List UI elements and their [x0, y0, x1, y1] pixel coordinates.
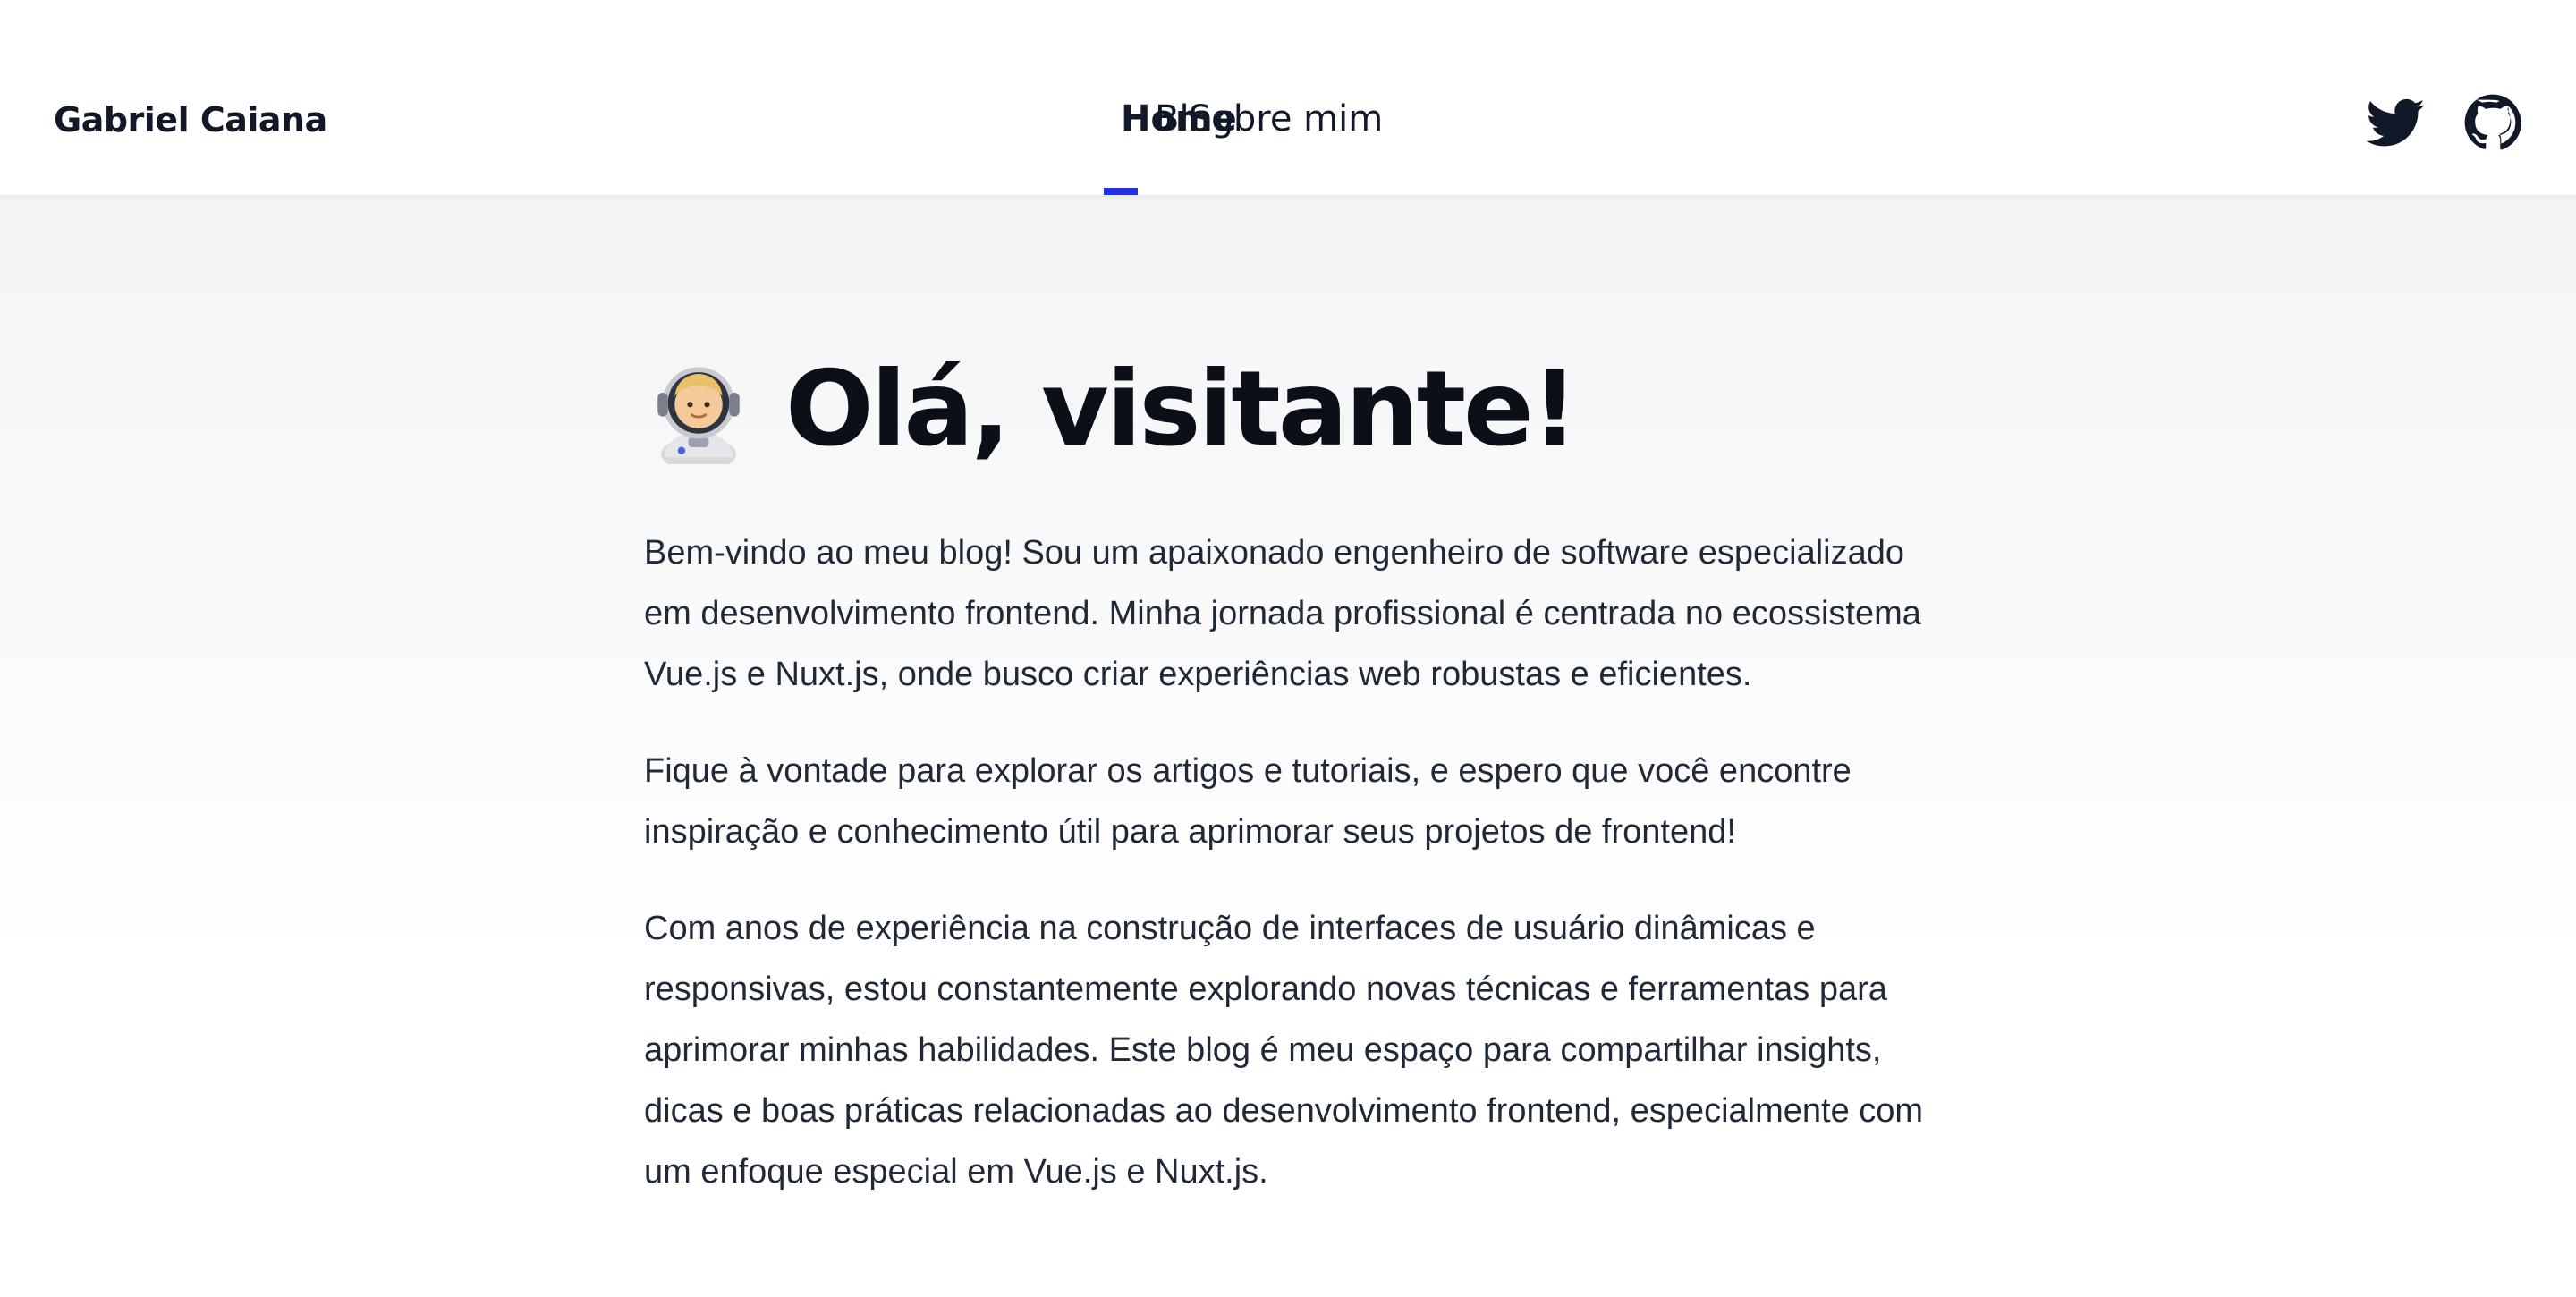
hero-title-text: Olá, visitante! — [785, 349, 1579, 470]
browser-window: Gabriel Caiana Home Blog Sobre mim Olá, … — [0, 0, 2576, 1297]
nav-home[interactable]: Home — [1104, 0, 1237, 195]
intro-paragraph-2: Fique à vontade para explorar os artigos… — [644, 752, 1852, 851]
nav-sobre-mim-label: Sobre mim — [1189, 98, 1384, 140]
intro-paragraph-1: Bem-vindo ao meu blog! Sou um apaixonado… — [644, 534, 1921, 693]
github-icon[interactable] — [2463, 93, 2522, 152]
social-links — [2367, 93, 2522, 152]
nav-blog[interactable]: Blog — [1138, 0, 1233, 195]
page-title: Olá, visitante! — [644, 352, 1950, 467]
twitter-icon[interactable] — [2367, 93, 2426, 152]
intro-paragraph-3: Com anos de experiência na construção de… — [644, 910, 1924, 1191]
main-nav: Home Blog Sobre mim — [1104, 0, 1383, 195]
astronaut-icon — [657, 367, 740, 464]
nav-sobre-mim[interactable]: Sobre mim — [1172, 0, 1383, 195]
main-content: Olá, visitante! Bem-vindo ao meu blog! S… — [0, 195, 2576, 1297]
site-header: Gabriel Caiana Home Blog Sobre mim — [0, 0, 2576, 195]
site-brand[interactable]: Gabriel Caiana — [54, 100, 327, 140]
intro-section: Olá, visitante! Bem-vindo ao meu blog! S… — [644, 352, 1950, 1202]
